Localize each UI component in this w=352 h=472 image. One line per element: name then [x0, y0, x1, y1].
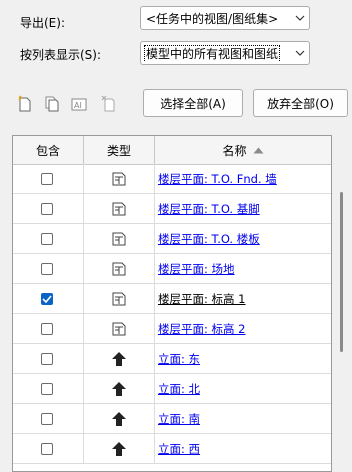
- floor-plan-icon: [111, 321, 127, 337]
- view-name-link[interactable]: 立面: 西: [155, 441, 200, 457]
- elevation-icon: [111, 441, 127, 457]
- sort-ascending-icon: [253, 147, 264, 154]
- header-name[interactable]: 名称: [155, 136, 331, 164]
- elevation-icon: [111, 351, 127, 367]
- include-cell: [13, 374, 84, 403]
- table-row[interactable]: 立面: 南: [13, 404, 331, 434]
- table-row[interactable]: 楼层平面: 标高 1: [13, 284, 331, 314]
- chevron-down-icon: [291, 15, 309, 21]
- include-checkbox[interactable]: [41, 382, 53, 395]
- include-cell: [13, 404, 84, 433]
- name-cell: 立面: 东: [155, 344, 331, 373]
- table-row[interactable]: 立面: 东: [13, 344, 331, 374]
- include-checkbox[interactable]: [41, 262, 53, 275]
- include-cell: [13, 224, 84, 253]
- rename-icon[interactable]: AI: [70, 95, 88, 113]
- include-checkbox[interactable]: [41, 232, 53, 245]
- include-cell: [13, 284, 84, 313]
- views-table: 包含 类型 名称 楼层平面: T.O. Fnd. 墙楼层平面: T.O. 基脚楼…: [12, 135, 332, 472]
- view-name-link[interactable]: 楼层平面: 标高 2: [155, 321, 246, 337]
- name-cell: 楼层平面: 场地: [155, 254, 331, 283]
- type-cell: [84, 434, 155, 463]
- table-row[interactable]: 楼层平面: 标高 2: [13, 314, 331, 344]
- table-header: 包含 类型 名称: [13, 136, 331, 165]
- elevation-icon: [111, 411, 127, 427]
- include-cell: [13, 164, 84, 193]
- type-cell: [84, 164, 155, 193]
- floor-plan-icon: [111, 291, 127, 307]
- list-label: 按列表显示(S):: [20, 48, 102, 62]
- select-all-button[interactable]: 选择全部(A): [143, 89, 243, 117]
- list-dropdown[interactable]: 模型中的所有视图和图纸: [140, 41, 310, 65]
- type-cell: [84, 224, 155, 253]
- type-cell: [84, 344, 155, 373]
- table-row[interactable]: 立面: 西: [13, 434, 331, 464]
- table-row[interactable]: 楼层平面: T.O. 楼板: [13, 224, 331, 254]
- view-name-link[interactable]: 楼层平面: T.O. 基脚: [155, 201, 260, 217]
- type-cell: [84, 284, 155, 313]
- scrollbar-thumb[interactable]: [340, 192, 343, 352]
- list-value: 模型中的所有视图和图纸: [143, 44, 281, 62]
- floor-plan-icon: [111, 201, 127, 217]
- type-cell: [84, 314, 155, 343]
- header-include[interactable]: 包含: [13, 136, 84, 164]
- view-name-link[interactable]: 楼层平面: 标高 1: [155, 291, 246, 307]
- name-cell: 楼层平面: T.O. 基脚: [155, 194, 331, 223]
- name-cell: 楼层平面: T.O. 楼板: [155, 224, 331, 253]
- include-cell: [13, 254, 84, 283]
- type-cell: [84, 404, 155, 433]
- chevron-down-icon: [291, 50, 309, 56]
- export-dropdown[interactable]: <任务中的视图/图纸集>: [140, 6, 310, 30]
- name-cell: 楼层平面: 标高 2: [155, 314, 331, 343]
- name-cell: 楼层平面: T.O. Fnd. 墙: [155, 164, 331, 193]
- table-row[interactable]: 楼层平面: T.O. Fnd. 墙: [13, 164, 331, 194]
- vertical-scrollbar[interactable]: [332, 162, 350, 472]
- view-name-link[interactable]: 立面: 北: [155, 381, 200, 397]
- include-checkbox[interactable]: [41, 352, 53, 365]
- view-name-link[interactable]: 立面: 南: [155, 411, 200, 427]
- include-checkbox[interactable]: [41, 322, 53, 335]
- include-checkbox[interactable]: [41, 172, 53, 185]
- deselect-all-button[interactable]: 放弃全部(O): [253, 89, 348, 117]
- export-value: <任务中的视图/图纸集>: [146, 11, 279, 26]
- view-name-link[interactable]: 楼层平面: 场地: [155, 261, 235, 277]
- include-checkbox[interactable]: [41, 442, 53, 455]
- floor-plan-icon: [111, 231, 127, 247]
- name-cell: 立面: 南: [155, 404, 331, 433]
- include-cell: [13, 314, 84, 343]
- view-name-link[interactable]: 立面: 东: [155, 351, 200, 367]
- name-cell: 楼层平面: 标高 1: [155, 284, 331, 313]
- type-cell: [84, 374, 155, 403]
- type-cell: [84, 194, 155, 223]
- delete-icon[interactable]: [100, 95, 118, 113]
- view-name-link[interactable]: 楼层平面: T.O. Fnd. 墙: [155, 171, 277, 187]
- svg-text:AI: AI: [74, 101, 82, 110]
- table-row[interactable]: 立面: 北: [13, 374, 331, 404]
- elevation-icon: [111, 381, 127, 397]
- export-label: 导出(E):: [20, 16, 65, 30]
- type-cell: [84, 254, 155, 283]
- header-type[interactable]: 类型: [84, 136, 155, 164]
- include-checkbox[interactable]: [41, 292, 53, 305]
- include-cell: [13, 434, 84, 463]
- include-checkbox[interactable]: [41, 202, 53, 215]
- table-row[interactable]: 楼层平面: 场地: [13, 254, 331, 284]
- floor-plan-icon: [111, 171, 127, 187]
- new-set-icon[interactable]: [16, 95, 34, 113]
- include-cell: [13, 344, 84, 373]
- floor-plan-icon: [111, 261, 127, 277]
- include-checkbox[interactable]: [41, 412, 53, 425]
- header-name-label: 名称: [222, 143, 247, 158]
- view-name-link[interactable]: 楼层平面: T.O. 楼板: [155, 231, 260, 247]
- include-cell: [13, 194, 84, 223]
- name-cell: 立面: 西: [155, 434, 331, 463]
- duplicate-icon[interactable]: [43, 95, 61, 113]
- table-row[interactable]: 楼层平面: T.O. 基脚: [13, 194, 331, 224]
- name-cell: 立面: 北: [155, 374, 331, 403]
